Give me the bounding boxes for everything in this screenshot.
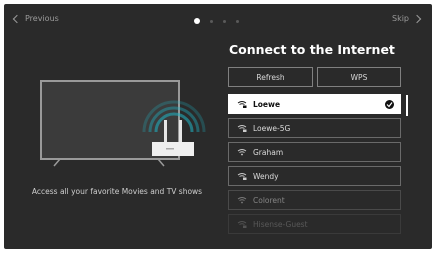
wifi-name: Colorent — [253, 195, 285, 205]
chevron-right-icon — [412, 14, 422, 23]
wifi-locked-icon — [237, 173, 247, 180]
checkmark-icon — [385, 100, 394, 109]
wifi-item-graham[interactable]: Graham — [228, 142, 401, 162]
previous-button[interactable]: Previous — [12, 14, 59, 24]
tv-router-image — [40, 80, 206, 167]
page-dot-active — [194, 18, 200, 24]
tv-router-illustration — [40, 80, 206, 170]
page-dot — [236, 19, 239, 23]
wifi-locked-icon — [237, 101, 247, 108]
refresh-button[interactable]: Refresh — [228, 67, 313, 87]
wifi-item-colorent[interactable]: Colorent — [228, 190, 401, 210]
tagline-text: Access all your favorite Movies and TV s… — [31, 187, 203, 196]
skip-button[interactable]: Skip — [391, 14, 422, 23]
wifi-item-hisense-guest[interactable]: Hisense-Guest — [228, 214, 401, 234]
chevron-left-icon — [12, 14, 22, 24]
wifi-icon — [237, 197, 247, 204]
previous-label: Previous — [25, 14, 59, 23]
wifi-icon — [237, 149, 247, 156]
wifi-name: Hisense-Guest — [253, 219, 308, 229]
wifi-item-loewe[interactable]: Loewe — [228, 94, 401, 114]
wps-button[interactable]: WPS — [317, 67, 401, 87]
skip-label: Skip — [391, 14, 409, 23]
page-dot — [210, 19, 213, 23]
wifi-name: Wendy — [253, 171, 279, 181]
page-indicator — [194, 18, 239, 24]
setup-screen: Previous Skip Access all your favorite M… — [4, 4, 432, 249]
page-title: Connect to the Internet — [229, 42, 395, 57]
wifi-locked-icon — [237, 221, 247, 228]
wifi-name: Loewe-5G — [253, 123, 291, 133]
page-dot — [223, 19, 226, 23]
wifi-item-loewe-5g[interactable]: Loewe-5G — [228, 118, 401, 138]
top-bar: Previous Skip — [4, 4, 432, 34]
wifi-name: Loewe — [253, 99, 281, 109]
wifi-name: Graham — [253, 147, 284, 157]
wifi-item-wendy[interactable]: Wendy — [228, 166, 401, 186]
wifi-locked-icon — [237, 125, 247, 132]
list-scrollbar[interactable] — [406, 95, 408, 116]
